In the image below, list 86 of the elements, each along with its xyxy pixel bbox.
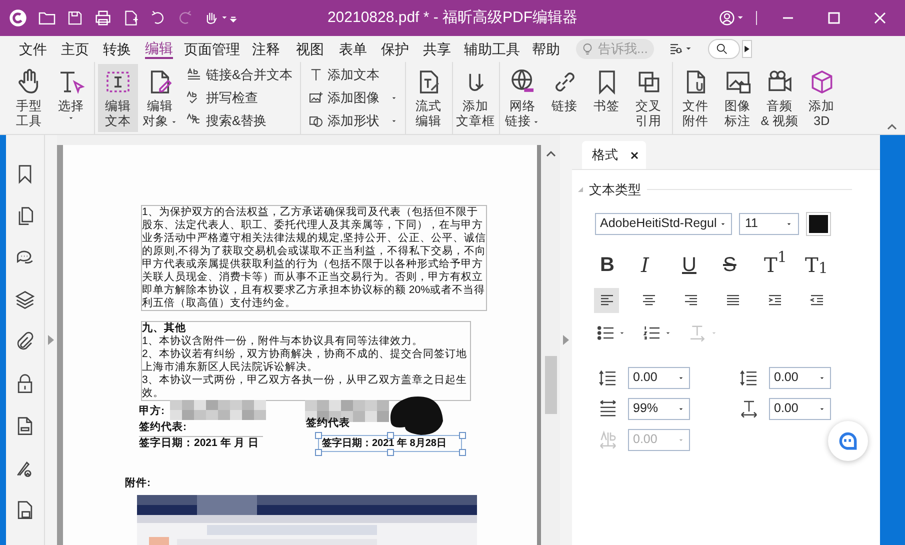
ribbon-button[interactable]: 图像 标注 xyxy=(718,64,758,132)
resize-handle[interactable] xyxy=(459,449,466,456)
clause-paragraph: 1、为保护双方的合法权益，乙方承诺确保我司及代表（包括但不限于股东、法定代表人、职工、委托代理人及其亲属等，下同），在与甲方业务活动中严格遵守相关法律法规的规定,坚持公开、公正、公平、诚信的原则,不得为了获取交易机会或谋取不正当利益，不得私下交易，不向甲方代表或亲属提供获取利益的行为（包括不限于以各种形式给予甲方关联人员现金、消费卡等）而从事不正当交易行为。否则，甲方有权立即单方解除本协议，且有权要求乙方承担本协议标的额 20%或者不当得利五倍（取高值）支付违约金。 xyxy=(141,205,487,311)
menu-tab[interactable]: 保护 xyxy=(374,36,416,62)
save-icon[interactable] xyxy=(66,9,84,27)
menu-tab[interactable]: 共享 xyxy=(416,36,458,62)
ribbon-button[interactable]: 添加 文章框 xyxy=(456,64,496,132)
collapse-ribbon-icon[interactable] xyxy=(887,122,897,130)
ribbon-button[interactable]: 拼写检查 xyxy=(184,88,295,108)
close-icon[interactable] xyxy=(630,150,639,160)
menu-tab[interactable]: 转换 xyxy=(96,36,138,62)
section-heading: 九、其他 xyxy=(142,322,187,335)
menu-tab[interactable]: 编辑 xyxy=(138,36,180,62)
line-spacing-icon xyxy=(598,368,618,388)
section-heading: 文本类型 xyxy=(589,181,641,199)
menu-tab[interactable]: 文件 xyxy=(12,36,54,62)
spacing-dropdown[interactable]: 0.00 xyxy=(628,366,690,388)
horizontal-scale-icon xyxy=(598,398,618,418)
expand-panel-icon[interactable] xyxy=(48,335,54,345)
spacing-dropdown[interactable]: 99% xyxy=(628,398,690,420)
ribbon-button[interactable]: 添加文本 xyxy=(306,65,400,85)
ribbon-button[interactable]: 音频 & 视频 xyxy=(760,64,800,132)
spacing-dropdown[interactable]: 0.00 xyxy=(769,366,831,388)
style-button[interactable]: T$_{1}$ xyxy=(803,252,844,278)
resize-handle[interactable] xyxy=(459,432,466,439)
search-button[interactable] xyxy=(708,39,740,59)
ribbon-button[interactable]: 选择 xyxy=(51,64,91,132)
search-icon xyxy=(715,42,729,56)
spacing-dropdown[interactable]: 0.00 xyxy=(769,398,831,420)
ribbon-button[interactable]: 流式 编辑 xyxy=(408,64,449,132)
font-dropdown[interactable]: AdobeHeitiStd-Regul xyxy=(595,212,732,234)
ribbon-button[interactable]: 添加形状 xyxy=(306,111,400,131)
ribbon-button[interactable]: 手型 工具 xyxy=(9,64,49,132)
ribbon-button[interactable]: 编辑 对象 xyxy=(140,64,180,132)
menu-tab[interactable]: 帮助 xyxy=(526,36,566,62)
menu-tab[interactable]: 页面管理 xyxy=(180,36,244,62)
resize-handle[interactable] xyxy=(387,432,394,439)
resize-handle[interactable] xyxy=(387,449,394,456)
size-dropdown[interactable]: 11 xyxy=(739,212,799,234)
menu-tab[interactable]: 视图 xyxy=(288,36,332,62)
scroll-thumb[interactable] xyxy=(544,356,557,414)
clause-item: 1、本协议含附件一份，附件与本协议具有同等法律效力。 xyxy=(142,335,424,348)
resize-handle[interactable] xyxy=(315,432,322,439)
app-logo-icon[interactable] xyxy=(8,8,28,28)
layers-icon[interactable] xyxy=(14,289,36,311)
ribbon-button[interactable]: 网络 链接 xyxy=(502,64,543,132)
menu-tab[interactable]: 表单 xyxy=(332,36,374,62)
party-label: 甲方: xyxy=(139,404,164,419)
ribbon-button[interactable]: 链接 xyxy=(544,64,585,132)
menu-tab[interactable]: 主页 xyxy=(54,36,96,62)
signer-label: 签约代表: xyxy=(139,420,263,437)
date-label: 签字日期：2021 年 月 日 xyxy=(139,436,260,451)
scroll-up-icon[interactable] xyxy=(546,150,556,158)
ribbon-button[interactable]: 书签 xyxy=(586,64,627,132)
ribbon-button[interactable]: 搜索&替换 xyxy=(184,111,295,131)
print-icon[interactable] xyxy=(93,8,113,28)
tell-me-field[interactable]: 告诉我... xyxy=(576,39,654,59)
clause-item: 3、本协议一式两份，甲乙双方各执一份，从甲乙双方盖章之日起生效。 xyxy=(142,374,468,400)
paragraph-spacing-icon xyxy=(739,368,759,388)
menu-tab[interactable]: 注释 xyxy=(244,36,288,62)
character-spacing-icon xyxy=(739,398,759,418)
signer-label: 签约代表 xyxy=(306,416,350,430)
chat-button[interactable] xyxy=(828,421,868,461)
align-button[interactable] xyxy=(594,288,619,312)
ribbon-button[interactable]: 添加 3D xyxy=(802,64,842,132)
ribbon-button[interactable]: 文件 附件 xyxy=(676,64,716,132)
ribbon-button[interactable]: 链接&合并文本 xyxy=(184,65,295,85)
ribbon-button[interactable]: 添加图像 xyxy=(306,88,400,108)
chat-face-icon xyxy=(837,430,859,452)
ribbon-button[interactable]: 编辑 文本 xyxy=(98,64,138,132)
style-button[interactable]: U xyxy=(680,252,721,278)
clause-item: 2、本协议若有纠纷，双方协商解决，协商不成的、提交合同签订地上海市浦东新区人民法院诉讼解决。 xyxy=(142,348,468,374)
new-document-icon[interactable] xyxy=(122,9,140,27)
word-spacing-icon xyxy=(598,430,618,450)
menu-tab[interactable]: 辅助工具 xyxy=(458,36,526,62)
scroll-right-icon[interactable] xyxy=(742,40,752,58)
ribbon-button[interactable]: 交叉 引用 xyxy=(628,64,669,132)
style-button[interactable]: T$^{1}$ xyxy=(762,252,803,278)
attachment-label: 附件: xyxy=(125,476,150,491)
resize-handle[interactable] xyxy=(315,449,322,456)
style-button[interactable]: S xyxy=(721,252,762,278)
window-title: 20210828.pdf * - 福昕高级PDF编辑器 xyxy=(326,8,579,28)
style-button[interactable]: B xyxy=(598,252,639,278)
format-tab[interactable]: 格式 xyxy=(582,141,646,169)
expand-panel-icon[interactable] xyxy=(563,335,569,345)
style-button[interactable]: I xyxy=(639,252,680,278)
